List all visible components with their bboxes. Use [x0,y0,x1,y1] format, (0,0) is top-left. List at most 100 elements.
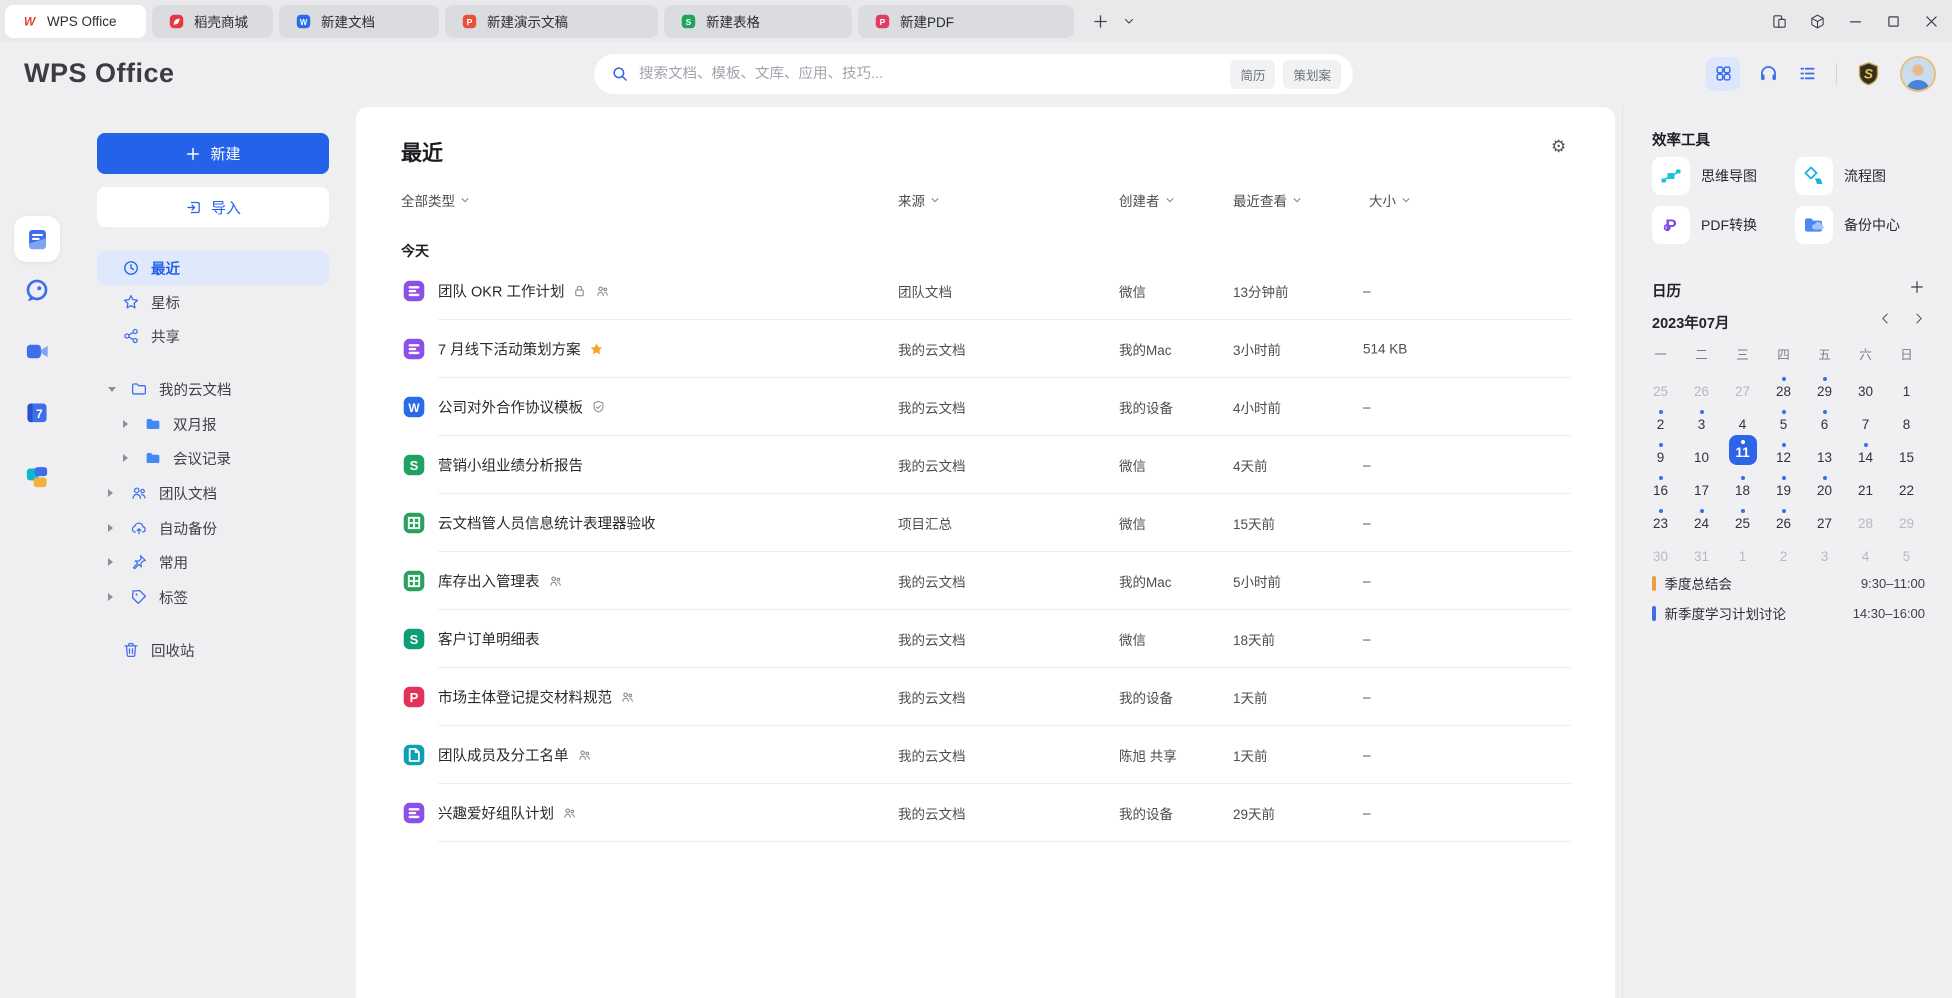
file-row[interactable]: W公司对外合作协议模板我的云文档我的设备4小时前– [356,378,1615,436]
filter-0[interactable]: 全部类型 [401,190,470,210]
calendar-day[interactable]: 12 [1763,433,1804,466]
calendar-day[interactable]: 1 [1722,532,1763,565]
calendar-day[interactable]: 29 [1804,367,1845,400]
menu-lines-button[interactable] [1797,63,1818,84]
calendar-day[interactable]: 25 [1722,499,1763,532]
rail-item-calendar[interactable]: 7 [24,399,51,431]
calendar-day[interactable]: 27 [1722,367,1763,400]
calendar-day[interactable]: 20 [1804,466,1845,499]
calendar-day[interactable]: 30 [1640,532,1681,565]
calendar-day[interactable]: 9 [1640,433,1681,466]
calendar-day[interactable]: 21 [1845,466,1886,499]
calendar-day[interactable]: 13 [1804,433,1845,466]
file-row[interactable]: 7 月线下活动策划方案我的云文档我的Mac3小时前514 KB [356,320,1615,378]
search-bar[interactable]: 简历 策划案 [594,54,1353,94]
sidebar-item-recycle-bin[interactable]: 回收站 [97,633,329,667]
maximize-button[interactable] [1885,13,1902,30]
file-row[interactable]: 库存出入管理表我的云文档我的Mac5小时前– [356,552,1615,610]
sidebar-item-team-docs[interactable]: 团队文档 [97,476,329,510]
calendar-day[interactable]: 18 [1722,466,1763,499]
calendar-prev-icon[interactable] [1879,312,1892,325]
caret-down-icon[interactable] [108,387,116,392]
calendar-day[interactable]: 28 [1845,499,1886,532]
search-tag-plan[interactable]: 策划案 [1283,60,1341,89]
calendar-day[interactable]: 4 [1722,400,1763,433]
file-row[interactable]: 团队 OKR 工作计划团队文档微信13分钟前– [356,262,1615,320]
calendar-day[interactable]: 22 [1886,466,1927,499]
tab-wps-logo[interactable]: WWPS Office [5,5,146,38]
import-button[interactable]: 导入 [97,187,329,227]
add-event-plus-icon[interactable] [1909,279,1925,295]
tab-docer[interactable]: 稻壳商城 [152,5,273,38]
list-settings-gear-icon[interactable]: ⚙ [1551,137,1566,157]
calendar-day[interactable]: 19 [1763,466,1804,499]
filter-4[interactable]: 大小 [1369,190,1411,210]
filter-2[interactable]: 创建者 [1119,190,1175,210]
sidebar-item-shared[interactable]: 共享 [97,319,329,353]
calendar-day[interactable]: 7 [1845,400,1886,433]
calendar-day[interactable]: 26 [1763,499,1804,532]
file-row[interactable]: S营销小组业绩分析报告我的云文档微信4天前– [356,436,1615,494]
calendar-day[interactable]: 14 [1845,433,1886,466]
calendar-day[interactable]: 28 [1763,367,1804,400]
calendar-day[interactable]: 8 [1886,400,1927,433]
calendar-day[interactable]: 30 [1845,367,1886,400]
calendar-day[interactable]: 23 [1640,499,1681,532]
sidebar-item-frequent[interactable]: 常用 [97,545,329,579]
sidebar-item-tags[interactable]: 标签 [97,580,329,614]
close-button[interactable] [1923,13,1940,30]
calendar-day[interactable]: 17 [1681,466,1722,499]
filter-1[interactable]: 来源 [898,190,940,210]
calendar-day[interactable]: 26 [1681,367,1722,400]
calendar-day[interactable]: 2 [1763,532,1804,565]
tool-flowchart[interactable]: 流程图 [1795,157,1886,195]
headset-button[interactable] [1758,63,1779,84]
calendar-day[interactable]: 6 [1804,400,1845,433]
tab-sheet[interactable]: S新建表格 [664,5,852,38]
tab-list-chevron-icon[interactable] [1123,15,1135,27]
tool-backup-center[interactable]: 备份中心 [1795,206,1900,244]
file-row[interactable]: 兴趣爱好组队计划我的云文档我的设备29天前– [356,784,1615,842]
tool-pdf-convert[interactable]: PPDF转换 [1652,206,1757,244]
calendar-day[interactable]: 5 [1886,532,1927,565]
sidebar-item-bimonthly-report[interactable]: 双月报 [97,407,329,441]
file-row[interactable]: P市场主体登记提交材料规范我的云文档我的设备1天前– [356,668,1615,726]
caret-right-icon[interactable] [108,524,113,532]
user-avatar[interactable] [1900,56,1936,92]
calendar-day[interactable]: 16 [1640,466,1681,499]
calendar-event[interactable]: 季度总结会9:30–11:00 [1652,573,1925,593]
search-input[interactable] [639,66,1222,82]
calendar-day[interactable]: 10 [1681,433,1722,466]
rail-item-meeting[interactable] [24,338,51,370]
rail-item-apps[interactable] [24,464,51,496]
filter-3[interactable]: 最近查看 [1233,190,1302,210]
minimize-button[interactable] [1847,13,1864,30]
new-document-button[interactable]: 新建 [97,133,329,174]
calendar-day[interactable]: 3 [1804,532,1845,565]
tab-writer[interactable]: W新建文档 [279,5,439,38]
calendar-day[interactable]: 24 [1681,499,1722,532]
tool-mindmap[interactable]: 思维导图 [1652,157,1757,195]
calendar-day[interactable]: 11 [1722,433,1763,466]
calendar-day[interactable]: 1 [1886,367,1927,400]
device-button[interactable] [1771,13,1788,30]
tab-pdf[interactable]: P新建PDF [858,5,1074,38]
sidebar-item-auto-backup[interactable]: 自动备份 [97,511,329,545]
sidebar-item-my-cloud-docs[interactable]: 我的云文档 [97,372,329,406]
caret-right-icon[interactable] [108,593,113,601]
calendar-day[interactable]: 4 [1845,532,1886,565]
file-row[interactable]: 云文档管人员信息统计表理器验收项目汇总微信15天前– [356,494,1615,552]
calendar-event[interactable]: 新季度学习计划讨论14:30–16:00 [1652,603,1925,623]
calendar-day[interactable]: 31 [1681,532,1722,565]
calendar-next-icon[interactable] [1912,312,1925,325]
cube-button[interactable] [1809,13,1826,30]
file-row[interactable]: 团队成员及分工名单我的云文档陈旭 共享1天前– [356,726,1615,784]
file-row[interactable]: S客户订单明细表我的云文档微信18天前– [356,610,1615,668]
tab-presentation[interactable]: P新建演示文稿 [445,5,658,38]
rail-item-docs[interactable] [14,216,60,262]
caret-right-icon[interactable] [123,420,128,428]
calendar-day[interactable]: 2 [1640,400,1681,433]
sidebar-item-meeting-notes[interactable]: 会议记录 [97,441,329,475]
caret-right-icon[interactable] [108,558,113,566]
calendar-day[interactable]: 5 [1763,400,1804,433]
